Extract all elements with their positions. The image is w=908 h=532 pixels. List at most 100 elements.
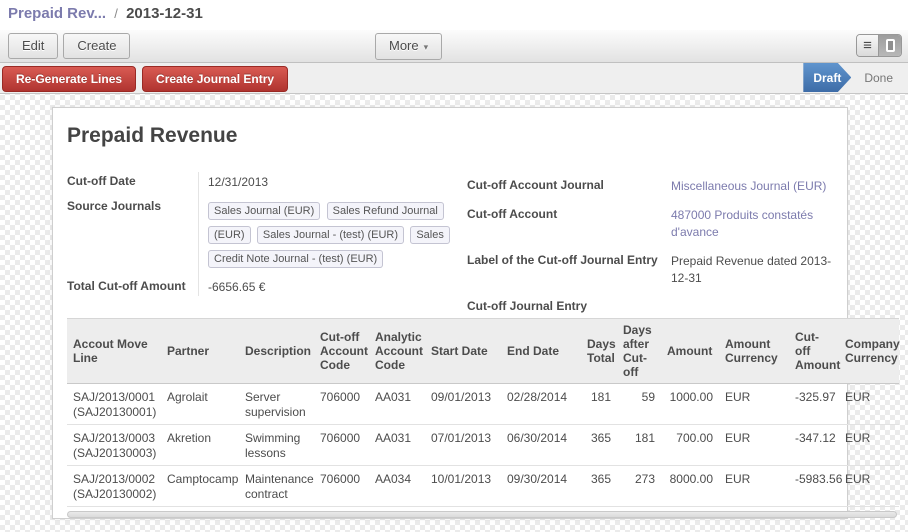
source-journals-label: Source Journals [67,195,198,214]
breadcrumb-separator: / [110,6,122,21]
table-header-cell[interactable]: Company Currency [839,319,899,384]
table-cell: AA031 [369,425,425,466]
table-header-cell[interactable]: Amount Currency [719,319,789,384]
view-switcher: ≡ [856,34,902,57]
source-journals-value: Sales Journal (EUR) Sales Refund Journal… [198,195,460,275]
top-bar: Prepaid Rev... / 2013-12-31 [0,0,908,30]
table-header-cell[interactable]: Analytic Account Code [369,319,425,384]
table-cell: -325.97 [789,384,839,425]
table-header-cell[interactable]: Accout Move Line [67,319,161,384]
table-cell: AA031 [369,384,425,425]
table-header-cell[interactable]: Description [239,319,314,384]
lines-table-container: Accout Move Line Partner Description Cut… [67,318,899,518]
table-cell: 706000 [314,466,369,507]
toolbar-left-group: Edit Create [8,33,130,59]
field-source-journals: Source Journals Sales Journal (EUR) Sale… [67,195,465,275]
table-row[interactable]: SAJ/2013/0002 (SAJ20130002) Camptocamp M… [67,466,899,507]
total-cutoff-amount-value: -6656.65 € [198,275,460,300]
more-button-label: More [389,38,419,53]
breadcrumb-current: 2013-12-31 [126,5,203,22]
cutoff-account-journal-label: Cut-off Account Journal [467,174,667,193]
cutoff-account-label: Cut-off Account [467,203,667,222]
table-cell: 706000 [314,384,369,425]
table-cell: Maintenance contract [239,466,314,507]
form-left-group: Cut-off Date 12/31/2013 Source Journals … [67,170,465,300]
journal-tags: Sales Journal (EUR) Sales Refund Journal… [208,199,466,271]
cutoff-account-journal-link[interactable]: Miscellaneous Journal (EUR) [667,174,839,199]
create-button[interactable]: Create [63,33,130,59]
table-cell: EUR [839,425,899,466]
status-done: Done [851,63,908,92]
table-cell: EUR [719,425,789,466]
create-journal-entry-button[interactable]: Create Journal Entry [142,66,288,92]
chevron-down-icon: ▾ [424,42,429,52]
table-header-cell[interactable]: Partner [161,319,239,384]
table-cell: -5983.56 [789,466,839,507]
table-header-cell[interactable]: Days Total [581,319,617,384]
table-cell: 10/01/2013 [425,466,501,507]
action-bar: Re-Generate Lines Create Journal Entry D… [0,63,908,94]
table-row[interactable]: SAJ/2013/0001 (SAJ20130001) Agrolait Ser… [67,384,899,425]
journal-tag[interactable]: Sales Journal - (test) (EUR) [257,226,404,244]
cutoff-date-label: Cut-off Date [67,170,198,189]
table-cell: 07/01/2013 [425,425,501,466]
table-header-cell[interactable]: Amount [661,319,719,384]
form-view-icon [886,39,895,52]
table-header-cell[interactable]: Start Date [425,319,501,384]
page-title: Prepaid Revenue [67,124,237,148]
cutoff-journal-entry-value [667,295,839,318]
entry-label-value: Prepaid Revenue dated 2013-12-31 [667,249,839,291]
table-cell: 365 [581,466,617,507]
table-cell: SAJ/2013/0001 (SAJ20130001) [67,384,161,425]
table-cell: 706000 [314,425,369,466]
toolbar: Edit Create More ▾ ≡ [0,30,908,63]
breadcrumb-parent-link[interactable]: Prepaid Rev... [8,5,106,22]
breadcrumb: Prepaid Rev... / 2013-12-31 [0,0,908,22]
table-cell: Server supervision [239,384,314,425]
table-cell: 8000.00 [661,466,719,507]
table-cell: 273 [617,466,661,507]
table-row[interactable]: SAJ/2013/0003 (SAJ20130003) Akretion Swi… [67,425,899,466]
form-view-button[interactable] [879,35,901,56]
action-buttons-group: Re-Generate Lines Create Journal Entry [2,66,288,92]
table-cell: Camptocamp [161,466,239,507]
table-header-cell[interactable]: Days after Cut-off [617,319,661,384]
entry-label-label: Label of the Cut-off Journal Entry [467,249,667,268]
table-cell: 06/30/2014 [501,425,581,466]
journal-tag[interactable]: Sales Journal (EUR) [208,202,320,220]
table-cell: 365 [581,425,617,466]
cutoff-account-link[interactable]: 487000 Produits constatés d'avance [667,203,839,245]
table-cell: 700.00 [661,425,719,466]
field-cutoff-account: Cut-off Account 487000 Produits constaté… [467,203,847,245]
cutoff-journal-entry-label: Cut-off Journal Entry [467,295,667,314]
table-header-row: Accout Move Line Partner Description Cut… [67,319,899,384]
table-cell: EUR [839,466,899,507]
more-button[interactable]: More ▾ [375,33,442,60]
table-cell: EUR [839,384,899,425]
table-cell: EUR [719,384,789,425]
table-cell: 59 [617,384,661,425]
field-total-cutoff-amount: Total Cut-off Amount -6656.65 € [67,275,465,300]
field-entry-label: Label of the Cut-off Journal Entry Prepa… [467,249,847,291]
field-cutoff-date: Cut-off Date 12/31/2013 [67,170,465,195]
table-header-cell[interactable]: End Date [501,319,581,384]
form-right-group: Cut-off Account Journal Miscellaneous Jo… [467,174,847,322]
table-cell: SAJ/2013/0002 (SAJ20130002) [67,466,161,507]
table-cell: Swimming lessons [239,425,314,466]
field-cutoff-journal-entry: Cut-off Journal Entry [467,295,847,318]
table-cell: Agrolait [161,384,239,425]
table-cell: 181 [617,425,661,466]
total-cutoff-amount-label: Total Cut-off Amount [67,275,198,294]
table-cell: AA034 [369,466,425,507]
table-header-cell[interactable]: Cut-off Account Code [314,319,369,384]
statusbar: Draft Done [803,63,908,92]
table-header-cell[interactable]: Cut-off Amount [789,319,839,384]
regenerate-lines-button[interactable]: Re-Generate Lines [2,66,136,92]
table-cell: -347.12 [789,425,839,466]
cutoff-date-value: 12/31/2013 [198,170,460,195]
table-cell: EUR [719,466,789,507]
edit-button[interactable]: Edit [8,33,58,59]
list-view-button[interactable]: ≡ [857,35,879,56]
field-cutoff-account-journal: Cut-off Account Journal Miscellaneous Jo… [467,174,847,199]
horizontal-scrollbar[interactable] [67,511,897,518]
